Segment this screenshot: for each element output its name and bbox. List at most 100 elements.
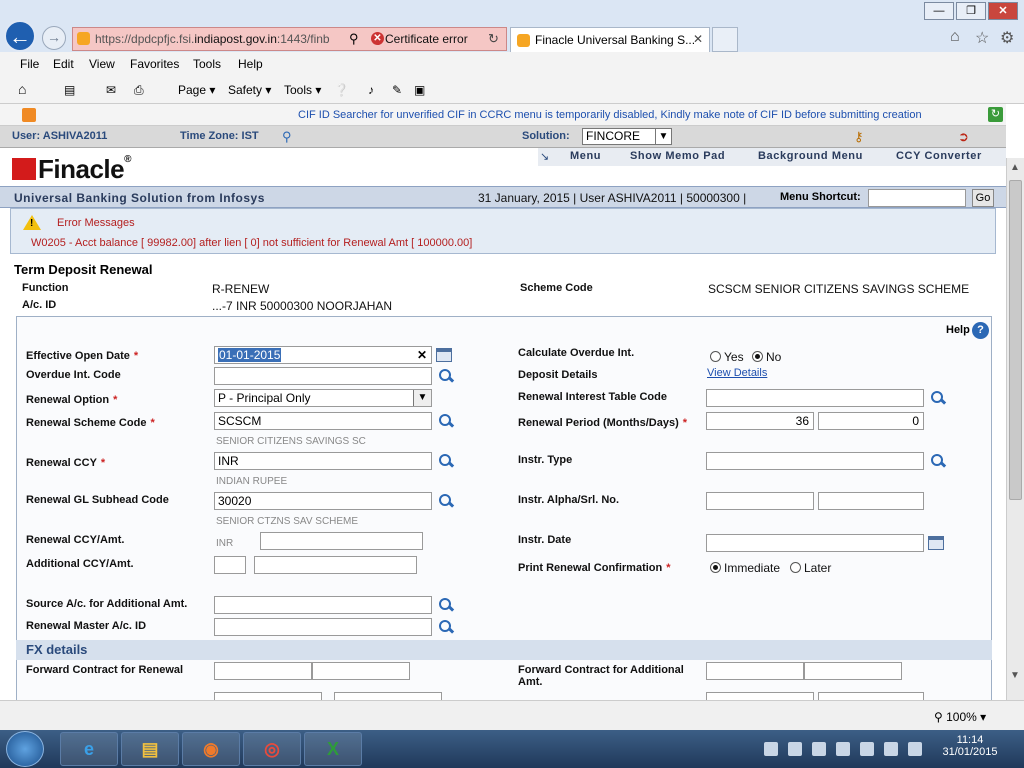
internet-explorer-icon[interactable]: e [60,732,118,766]
radio-icon[interactable] [710,351,721,362]
instr-alpha-input[interactable] [706,492,814,510]
search-icon[interactable]: ⚲ [349,31,359,47]
search-icon[interactable] [438,453,454,469]
print-later[interactable]: Later [790,561,831,575]
top-menu-memo-pad[interactable]: Show Memo Pad [630,150,725,162]
menu-arrow-icon[interactable]: ↘ [540,150,549,163]
renewal-rate-input[interactable] [334,692,442,700]
renewal-period-days-input[interactable]: 0 [818,412,924,430]
go-button[interactable]: Go [972,189,994,207]
excel-icon[interactable]: X [304,732,362,766]
minimize-button[interactable]: — [924,2,954,20]
effective-open-date-input[interactable]: 01-01-2015 ✕ [214,346,432,364]
radio-icon[interactable] [790,562,801,573]
scroll-down-icon[interactable]: ▼ [1010,670,1020,681]
refresh-icon[interactable]: ↻ [988,107,1003,122]
instr-date-input[interactable] [706,534,924,552]
radio-selected-icon[interactable] [710,562,721,573]
tools-menu[interactable]: Tools ▾ [284,83,321,97]
instr-type-input[interactable] [706,452,924,470]
top-menu-background[interactable]: Background Menu [758,150,863,162]
help-icon[interactable]: ❔ [334,83,349,97]
forward-button[interactable]: → [42,26,66,50]
renewal-rate-code-input[interactable] [214,692,322,700]
settings-gear-icon[interactable]: ⚙ [1000,28,1014,48]
menu-help[interactable]: Help [238,57,263,71]
search-icon[interactable] [438,597,454,613]
refresh-icon[interactable]: ↻ [488,31,499,47]
speaker-icon[interactable] [908,742,922,756]
new-tab-button[interactable] [712,27,738,52]
view-details-link[interactable]: View Details [707,367,767,379]
mail-icon[interactable]: ✉ [106,83,116,97]
menu-edit[interactable]: Edit [53,57,74,71]
calendar-icon[interactable] [436,348,452,362]
fwd-contract-renewal-input[interactable] [214,662,312,680]
safety-menu[interactable]: Safety ▾ [228,83,271,97]
tray-app-icon[interactable] [788,742,802,756]
top-menu-ccy-converter[interactable]: CCY Converter [896,150,982,162]
blog-icon[interactable]: ✎ [392,83,402,97]
search-icon[interactable] [930,390,946,406]
renewal-option-select[interactable]: P - Principal Only ▼ [214,389,432,407]
fwd-contract-additional-input-2[interactable] [804,662,902,680]
search-icon[interactable] [438,493,454,509]
favorites-star-icon[interactable]: ☆ [975,28,989,48]
rss-icon[interactable] [22,108,36,122]
menu-shortcut-input[interactable] [868,189,966,207]
close-window-button[interactable]: ✕ [988,2,1018,20]
file-explorer-icon[interactable]: ▤ [121,732,179,766]
calendar-icon[interactable] [928,536,944,550]
solution-select[interactable]: FINCORE ▼ [582,128,672,145]
instr-srl-input[interactable] [818,492,924,510]
search-icon[interactable]: ⚲ [282,129,292,145]
scrollbar-thumb[interactable] [1009,180,1022,500]
additional-amt-input[interactable] [254,556,417,574]
print-icon[interactable]: ⎙ [134,83,144,98]
home-icon[interactable]: ⌂ [950,28,960,46]
firefox-icon[interactable]: ◉ [182,732,240,766]
menu-favorites[interactable]: Favorites [130,57,179,71]
search-icon[interactable] [438,368,454,384]
help-link[interactable]: Help [946,324,970,336]
network-icon[interactable] [812,742,826,756]
print-immediate[interactable]: Immediate [710,561,780,575]
fwd-contract-renewal-input-2[interactable] [312,662,410,680]
search-icon[interactable] [930,453,946,469]
chrome-icon[interactable]: ◎ [243,732,301,766]
calc-overdue-no[interactable]: No [752,350,781,364]
additional-ccy-input[interactable] [214,556,246,574]
menu-tools[interactable]: Tools [193,57,221,71]
key-icon[interactable]: ⚷ [854,129,864,145]
fwd-contract-additional-input[interactable] [706,662,804,680]
renewal-interest-table-input[interactable] [706,389,924,407]
renewal-gl-subhead-input[interactable]: 30020 [214,492,432,510]
page-menu[interactable]: Page ▾ [178,83,215,97]
calc-overdue-yes[interactable]: Yes [710,350,744,364]
radio-selected-icon[interactable] [752,351,763,362]
logout-icon[interactable]: ➲ [958,129,969,145]
flag-icon[interactable] [860,742,874,756]
address-bar[interactable]: https://dpdcpfjc.fsi.indiapost.gov.in:14… [72,27,507,51]
additional-rate-input[interactable] [818,692,924,700]
vertical-scrollbar[interactable]: ▲ ▼ [1006,158,1024,700]
display-icon[interactable] [884,742,898,756]
renewal-scheme-code-input[interactable]: SCSCM [214,412,432,430]
renewal-master-input[interactable] [214,618,432,636]
additional-rate-code-input[interactable] [706,692,814,700]
menu-view[interactable]: View [89,57,115,71]
zoom-level[interactable]: ⚲ 100% ▾ [934,710,986,724]
taskbar-clock[interactable]: 11:14 31/01/2015 [930,734,1010,758]
help-icon[interactable]: ? [972,322,989,339]
cert-error-label[interactable]: Certificate error [385,32,468,46]
search-icon[interactable] [438,619,454,635]
home-icon[interactable]: ⌂ [18,81,26,97]
volume-icon[interactable] [836,742,850,756]
back-button[interactable]: ← [4,20,36,52]
source-ac-input[interactable] [214,596,432,614]
browser-tab[interactable]: Finacle Universal Banking S... ✕ [510,27,710,52]
overdue-int-code-input[interactable] [214,367,432,385]
start-button[interactable] [6,731,44,767]
maximize-button[interactable]: ❐ [956,2,986,20]
menu-file[interactable]: File [20,57,39,71]
